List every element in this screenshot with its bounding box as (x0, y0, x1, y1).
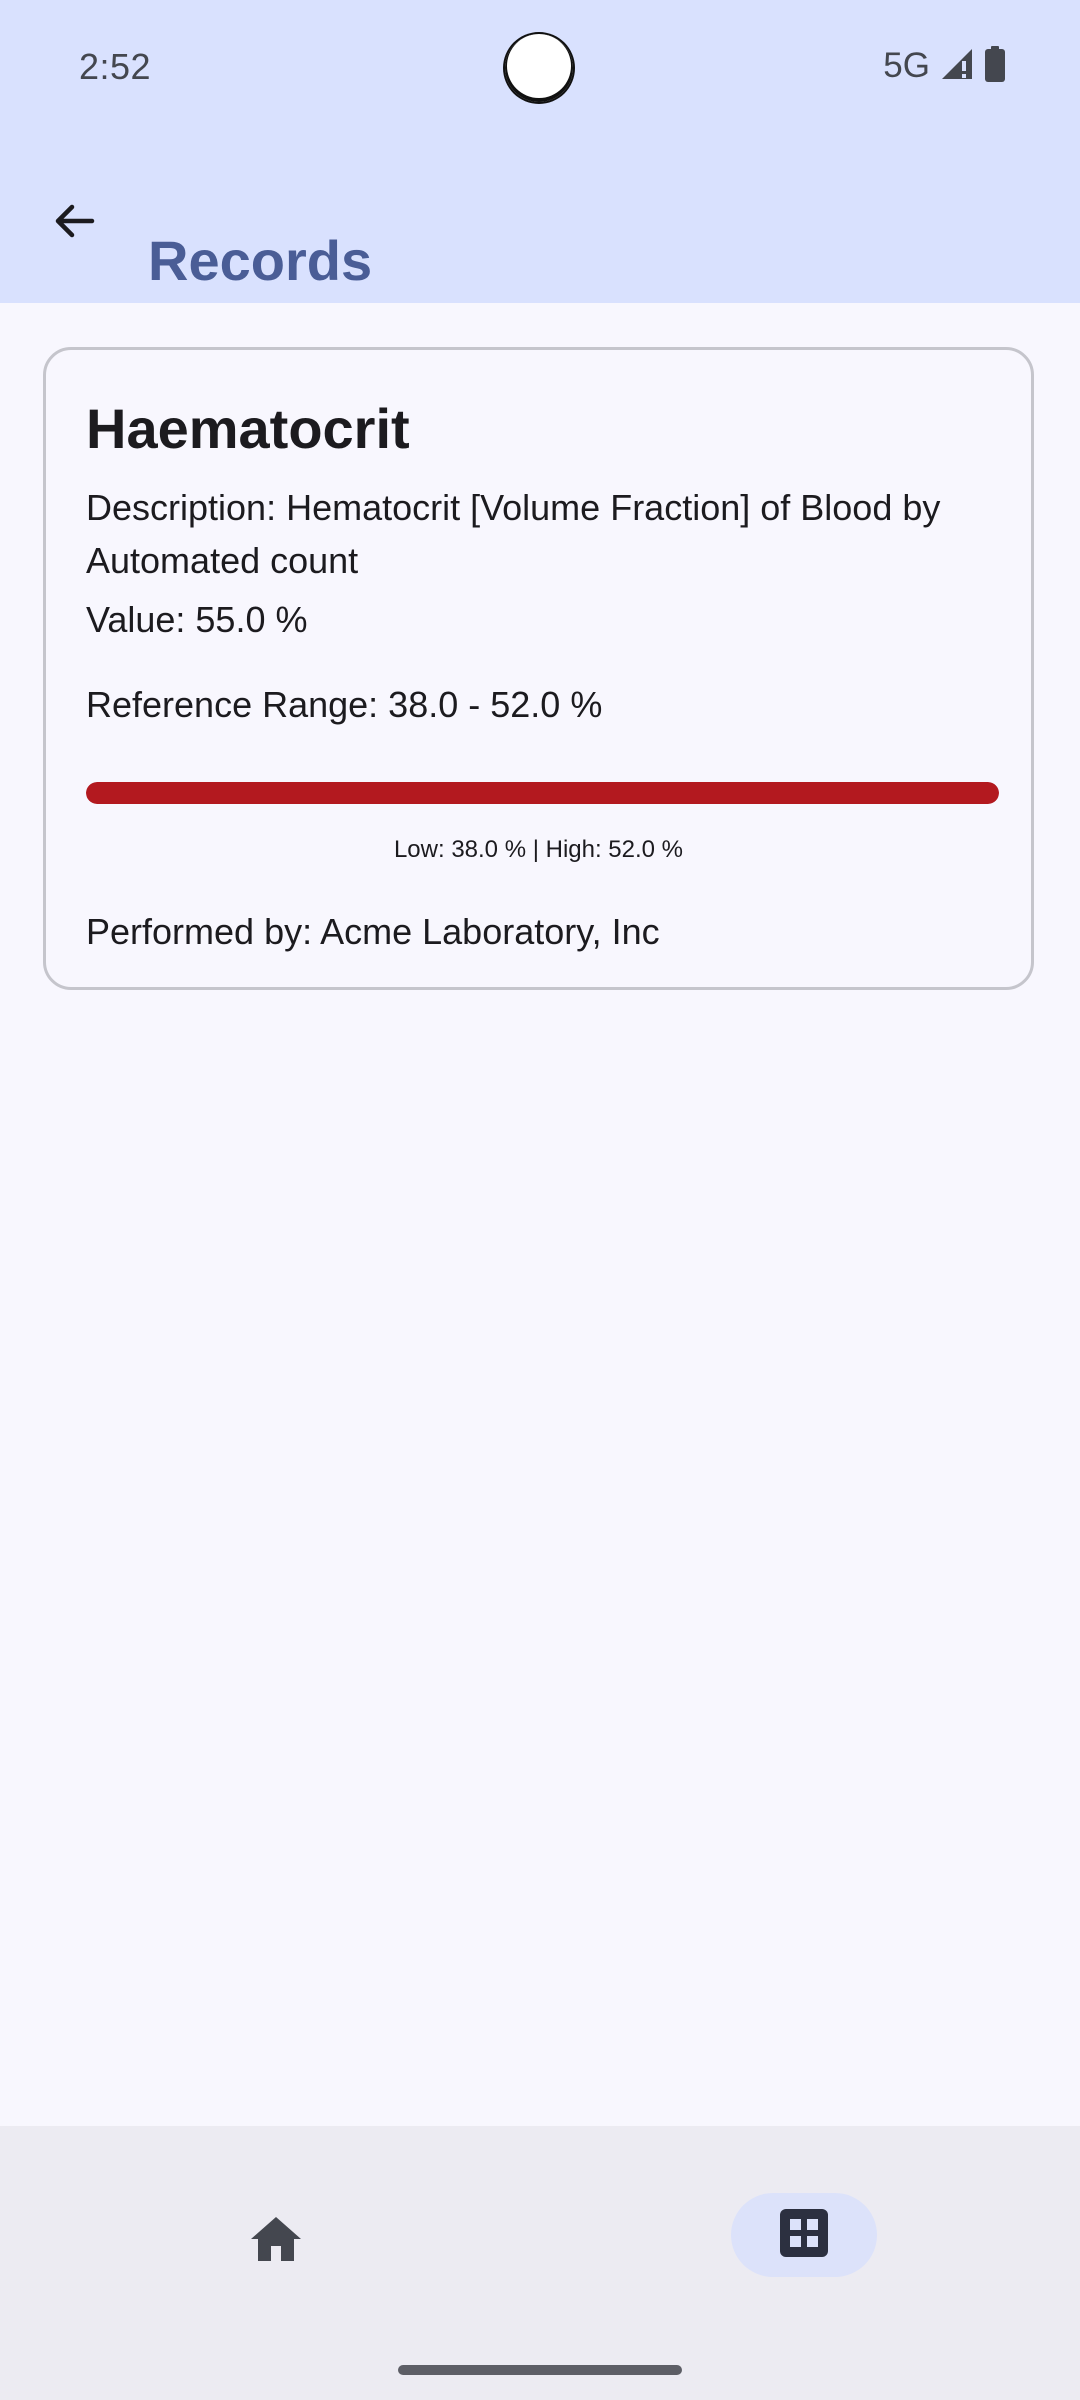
status-time: 2:52 (79, 46, 152, 87)
bottom-navigation (0, 2126, 1080, 2400)
record-title: Haematocrit (86, 397, 410, 460)
battery-icon (984, 45, 1006, 87)
range-indicator-bar (86, 782, 999, 804)
arrow-back-icon (50, 197, 98, 250)
range-caption: Low: 38.0 % | High: 52.0 % (393, 836, 684, 863)
home-icon (250, 2216, 302, 2267)
record-reference-range: Reference Range: 38.0 - 52.0 % (86, 684, 603, 725)
record-value: Value: 55.0 % (86, 599, 308, 640)
nav-home-button[interactable] (226, 2206, 326, 2276)
grid-icon (780, 2208, 828, 2262)
record-card[interactable]: Haematocrit Description: Hematocrit [Vol… (43, 347, 1034, 990)
gesture-handle[interactable] (398, 2365, 682, 2375)
signal-icon (940, 47, 974, 86)
back-button[interactable] (30, 179, 118, 267)
record-description: Description: Hematocrit [Volume Fraction… (86, 487, 941, 581)
range-indicator-fill (86, 782, 999, 804)
app-bar: Records (0, 136, 1080, 303)
status-bar: 2:52 5G (0, 0, 1080, 136)
record-performed-by: Performed by: Acme Laboratory, Inc (86, 911, 660, 952)
page-title: Records (148, 228, 373, 292)
top-app-area: 2:52 5G Records (0, 0, 1080, 303)
camera-cutout (505, 34, 573, 102)
status-icons: 5G (883, 44, 1006, 88)
network-type-label: 5G (883, 46, 930, 85)
nav-records-button[interactable] (731, 2193, 877, 2277)
